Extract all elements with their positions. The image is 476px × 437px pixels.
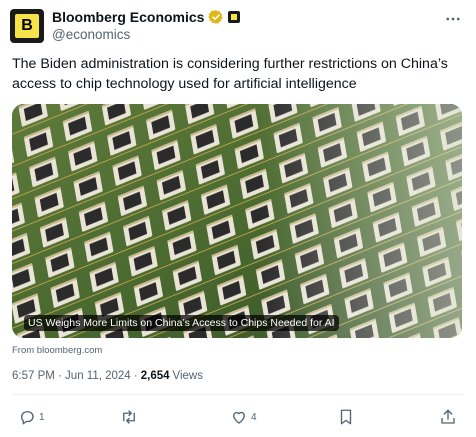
avatar-logo: B: [15, 14, 39, 38]
card-headline: US Weighs More Limits on China’s Access …: [24, 315, 339, 331]
tweet-text: The Biden administration is considering …: [12, 56, 448, 92]
reply-count: 1: [39, 411, 45, 423]
author-name-row: Bloomberg Economics: [52, 8, 241, 26]
bookmark-icon: [340, 409, 352, 425]
share-button[interactable]: [439, 408, 457, 426]
like-button[interactable]: 4: [230, 408, 257, 426]
display-name[interactable]: Bloomberg Economics: [52, 9, 204, 25]
tweet[interactable]: B Bloomberg Economics @economics The Bid…: [0, 0, 476, 437]
divider: [12, 394, 464, 395]
like-icon: [233, 411, 245, 424]
bookmark-button[interactable]: [337, 408, 355, 426]
reply-icon: [21, 411, 34, 425]
affiliate-badge: [228, 11, 241, 23]
retweet-button[interactable]: [120, 408, 141, 426]
card-source[interactable]: From bloomberg.com: [12, 345, 102, 356]
tweet-meta: 6:57 PM · Jun 11, 2024 · 2,654 Views: [12, 370, 203, 382]
like-count: 4: [251, 411, 257, 423]
reply-button[interactable]: 1: [18, 408, 45, 426]
verified-icon: [208, 10, 224, 24]
views-label: Views: [172, 370, 203, 382]
timestamp[interactable]: 6:57 PM · Jun 11, 2024 ·: [12, 370, 138, 382]
card-image: [12, 104, 462, 338]
avatar[interactable]: B: [10, 9, 44, 43]
share-icon: [441, 409, 455, 424]
link-card[interactable]: US Weighs More Limits on China’s Access …: [12, 104, 462, 338]
views-count: 2,654: [140, 370, 170, 382]
more-icon[interactable]: [444, 10, 462, 28]
handle[interactable]: @economics: [52, 27, 130, 42]
retweet-icon: [123, 410, 135, 424]
